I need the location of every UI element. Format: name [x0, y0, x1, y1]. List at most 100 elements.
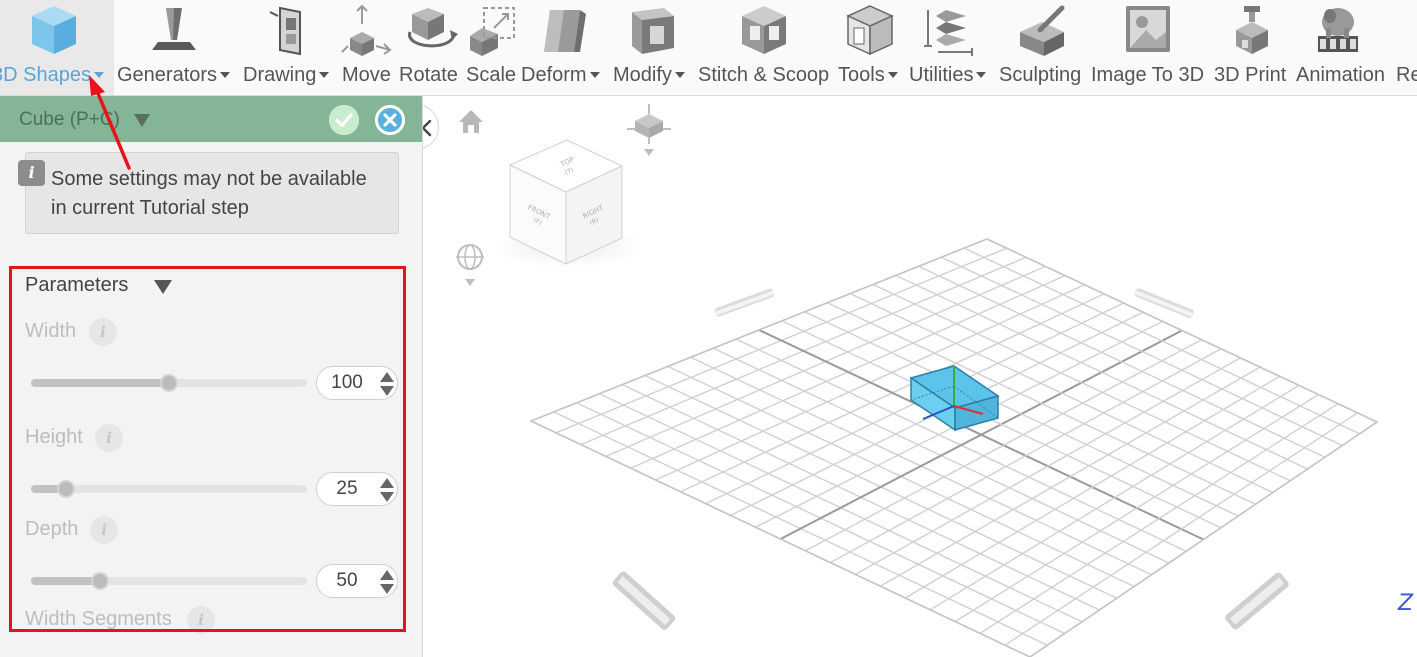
toolbar-label: Move	[342, 64, 391, 86]
toolbar-modify-button[interactable]: Modify	[610, 0, 696, 95]
depth-slider-fill	[31, 577, 100, 585]
animation-icon	[1318, 8, 1358, 52]
3d-viewport[interactable]: TOP (T) FRONT (F) RIGHT (R) Z	[423, 96, 1417, 657]
toolbar-label: Image To 3D	[1091, 64, 1205, 86]
toolbar-deform-button[interactable]: Deform	[518, 0, 610, 95]
toolbar-generators-button[interactable]: Generators	[114, 0, 238, 95]
panel-header: Cube (P+C)	[0, 96, 422, 142]
3d-print-icon	[1236, 6, 1268, 54]
parameters-collapse-icon[interactable]	[154, 280, 172, 294]
app-window: 3D Shapes Generators Drawing Move Rotate Scal…	[0, 0, 1417, 657]
tutorial-notice: i Some settings may not be available in …	[18, 152, 399, 234]
modify-icon	[632, 8, 674, 54]
collapse-panel-button[interactable]	[423, 104, 439, 150]
toolbar-utilities-button[interactable]: Utilities	[906, 0, 996, 95]
toolbar-label-group: Utilities	[909, 64, 987, 87]
depth-decrement-icon[interactable]	[380, 584, 394, 594]
depth-value[interactable]: 50	[317, 570, 377, 592]
toolbar-tools-button[interactable]: Tools	[834, 0, 906, 95]
close-icon	[375, 105, 405, 135]
toolbar-label: Modify	[613, 64, 672, 86]
sculpting-icon	[1020, 5, 1065, 56]
toolbar-label: 3D Print	[1214, 64, 1287, 86]
confirm-button[interactable]	[329, 105, 359, 135]
toolbar-label-group: Tools	[838, 64, 898, 87]
width-number-input[interactable]: 100	[316, 366, 398, 400]
title-dropdown-icon[interactable]	[134, 114, 150, 127]
depth-slider[interactable]	[31, 572, 307, 590]
orbit-icon[interactable]	[456, 244, 484, 286]
grid-label-front-left	[612, 571, 676, 630]
width-segments-info-icon[interactable]: i	[187, 606, 215, 634]
height-info-icon[interactable]: i	[95, 424, 123, 452]
generators-icon	[152, 8, 196, 50]
height-increment-icon[interactable]	[380, 478, 394, 488]
view-cube[interactable]: TOP (T) FRONT (F) RIGHT (R)	[508, 139, 624, 265]
toolbar-label: Re	[1396, 64, 1417, 86]
notice-text: Some settings may not be available in cu…	[51, 168, 367, 219]
checkmark-icon	[329, 105, 359, 135]
height-value[interactable]: 25	[317, 478, 377, 500]
grid-label-front-right	[1225, 572, 1289, 630]
scene-canvas[interactable]: TOP (T) FRONT (F) RIGHT (R) Z	[423, 96, 1417, 657]
drawing-icon	[269, 6, 301, 56]
toolbar-move-button[interactable]: Move	[338, 0, 396, 95]
dropdown-caret-icon	[976, 72, 987, 78]
scale-icon	[470, 7, 515, 56]
width-increment-icon[interactable]	[380, 372, 394, 382]
parameters-section: Parameters Width i 100 Height i 25 Depth i 50 Wid…	[0, 262, 422, 657]
toolbar-scale-button[interactable]: Scale	[464, 0, 518, 95]
width-label: Width	[25, 320, 77, 342]
ground-grid	[528, 238, 1379, 657]
toolbar-label: Generators	[117, 64, 218, 86]
move-icon	[341, 4, 392, 56]
toolbar-re-button[interactable]: Re	[1394, 0, 1417, 95]
grid-label-back-right	[1134, 288, 1194, 319]
dropdown-caret-icon	[93, 72, 104, 78]
width-value[interactable]: 100	[317, 372, 377, 394]
toolbar-image-to-3d-button[interactable]: Image To 3D	[1088, 0, 1212, 95]
toolbar-stitch-and-scoop-button[interactable]: Stitch & Scoop	[696, 0, 834, 95]
dropdown-caret-icon	[674, 72, 685, 78]
cancel-button[interactable]	[375, 105, 405, 135]
toolbar-label-group: 3D Shapes	[0, 64, 104, 87]
toolbar-3d-shapes-button[interactable]: 3D Shapes	[0, 0, 114, 95]
depth-increment-icon[interactable]	[380, 570, 394, 580]
height-number-input[interactable]: 25	[316, 472, 398, 506]
toolbar-label: Drawing	[243, 64, 317, 86]
depth-number-input[interactable]: 50	[316, 564, 398, 598]
axis-z-label: Z	[1397, 591, 1414, 616]
chevron-left-icon	[423, 119, 432, 137]
utilities-icon	[924, 10, 973, 56]
toolbar-label: Deform	[521, 64, 587, 86]
depth-info-icon[interactable]: i	[90, 516, 118, 544]
width-slider[interactable]	[31, 374, 307, 392]
toolbar-label: 3D Shapes	[0, 64, 91, 86]
home-icon[interactable]	[459, 110, 483, 133]
dropdown-caret-icon	[589, 72, 600, 78]
image-to-3d-icon	[1126, 6, 1170, 52]
camera-view-icon[interactable]	[627, 104, 671, 156]
toolbar-animation-button[interactable]: Animation	[1294, 0, 1394, 95]
depth-slider-handle[interactable]	[91, 572, 109, 590]
toolbar-label: Sculpting	[999, 64, 1082, 86]
toolbar-3d-print-button[interactable]: 3D Print	[1212, 0, 1294, 95]
height-slider[interactable]	[31, 480, 307, 498]
height-decrement-icon[interactable]	[380, 492, 394, 502]
toolbar-rotate-button[interactable]: Rotate	[396, 0, 464, 95]
toolbar-drawing-button[interactable]: Drawing	[238, 0, 338, 95]
width-decrement-icon[interactable]	[380, 386, 394, 396]
toolbar-sculpting-button[interactable]: Sculpting	[996, 0, 1088, 95]
deform-icon	[544, 10, 586, 52]
width-slider-handle[interactable]	[160, 374, 178, 392]
dropdown-caret-icon	[887, 72, 898, 78]
width-info-icon[interactable]: i	[89, 318, 117, 346]
parameters-title[interactable]: Parameters	[25, 274, 128, 297]
toolbar-label: Stitch & Scoop	[698, 64, 830, 86]
width-segments-label: Width Segments	[25, 608, 172, 630]
dropdown-caret-icon	[220, 72, 231, 78]
depth-label: Depth	[25, 518, 79, 540]
toolbar-label-group: Modify	[613, 64, 685, 87]
height-slider-handle[interactable]	[56, 480, 75, 498]
toolbar-label: Rotate	[399, 64, 458, 86]
